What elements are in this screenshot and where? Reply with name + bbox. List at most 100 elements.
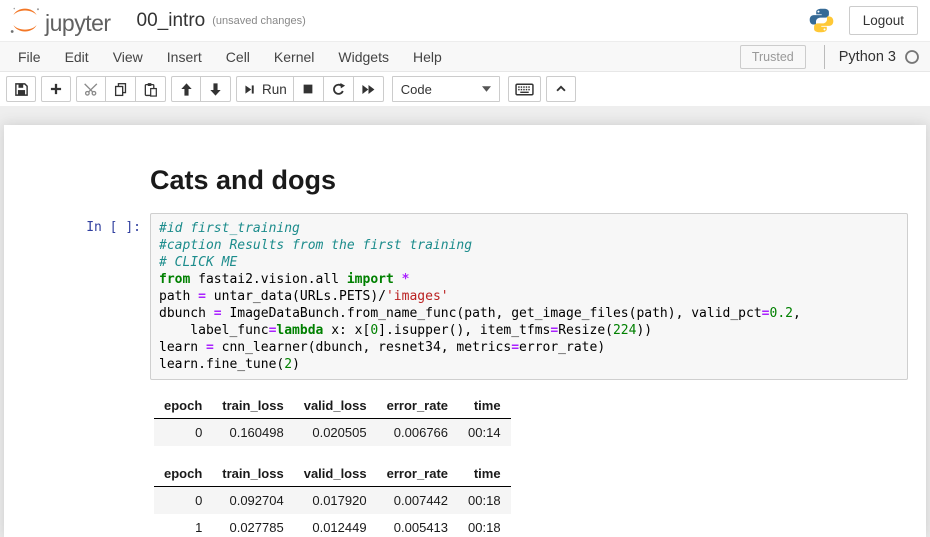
- code-token: dbunch: [159, 306, 214, 321]
- caret-down-icon: [482, 86, 491, 92]
- paste-icon: [143, 82, 158, 97]
- restart-icon: [331, 82, 346, 97]
- table-cell: 0.160498: [212, 419, 293, 447]
- jupyter-logo-text: jupyter: [45, 8, 111, 38]
- code-token: cnn_learner(dbunch, resnet34, metrics: [214, 340, 511, 355]
- copy-cell-button[interactable]: [106, 76, 136, 102]
- copy-icon: [113, 82, 128, 97]
- step-forward-icon: [243, 83, 256, 96]
- code-line: from fastai2.vision.all import *: [159, 271, 899, 288]
- menu-edit[interactable]: Edit: [53, 42, 101, 71]
- jupyter-logo[interactable]: jupyter: [8, 4, 111, 38]
- code-line: label_func=lambda x: x[0].isupper(), ite…: [159, 322, 899, 339]
- code-token: 2: [284, 357, 292, 372]
- logout-button[interactable]: Logout: [849, 6, 918, 35]
- keyboard-icon: [515, 82, 534, 97]
- table-cell: 0.005413: [377, 514, 458, 537]
- markdown-heading: Cats and dogs: [150, 165, 926, 196]
- table-cell: 0: [154, 419, 212, 447]
- code-token: import: [347, 272, 394, 287]
- code-line: # CLICK ME: [159, 254, 899, 271]
- plus-icon: [49, 82, 63, 96]
- command-palette-button[interactable]: [508, 76, 541, 102]
- code-token: learn: [159, 340, 206, 355]
- notebook-title[interactable]: 00_intro: [137, 6, 206, 36]
- run-button[interactable]: Run: [236, 76, 294, 102]
- column-header: valid_loss: [294, 462, 377, 487]
- code-token: ): [292, 357, 300, 372]
- code-token: 'images': [386, 289, 449, 304]
- table-row: 00.1604980.0205050.00676600:14: [154, 419, 511, 447]
- code-token: # CLICK ME: [159, 255, 237, 270]
- move-cell-up-button[interactable]: [171, 76, 201, 102]
- column-header: error_rate: [377, 462, 458, 487]
- code-token: path: [159, 289, 198, 304]
- dataframe-table: epochtrain_lossvalid_losserror_ratetime0…: [154, 394, 511, 446]
- table-cell: 1: [154, 514, 212, 537]
- menu-bar: File Edit View Insert Cell Kernel Widget…: [0, 41, 930, 72]
- menu-file[interactable]: File: [6, 42, 53, 71]
- arrow-up-icon: [179, 82, 194, 97]
- code-token: ].isupper(), item_tfms: [378, 323, 550, 338]
- code-line: path = untar_data(URLs.PETS)/'images': [159, 288, 899, 305]
- trusted-button[interactable]: Trusted: [740, 45, 806, 69]
- menu-help[interactable]: Help: [401, 42, 454, 71]
- column-header: time: [458, 462, 511, 487]
- code-line: #caption Results from the first training: [159, 237, 899, 254]
- code-token: ,: [793, 306, 801, 321]
- cell-type-value: Code: [401, 82, 432, 97]
- menu-view[interactable]: View: [101, 42, 155, 71]
- restart-kernel-button[interactable]: [324, 76, 354, 102]
- code-token: Resize(: [558, 323, 613, 338]
- code-token: error_rate): [519, 340, 605, 355]
- move-cell-down-button[interactable]: [201, 76, 231, 102]
- output-area: epochtrain_lossvalid_losserror_ratetime0…: [4, 380, 926, 537]
- collapse-toolbar-button[interactable]: [546, 76, 576, 102]
- paste-cell-button[interactable]: [136, 76, 166, 102]
- code-token: =: [762, 306, 770, 321]
- menu-kernel[interactable]: Kernel: [262, 42, 326, 71]
- interrupt-kernel-button[interactable]: [294, 76, 324, 102]
- code-token: fastai2.vision.all: [190, 272, 347, 287]
- chevron-up-icon: [554, 82, 568, 96]
- column-header: epoch: [154, 462, 212, 487]
- table-cell: 0: [154, 487, 212, 515]
- menu-widgets[interactable]: Widgets: [326, 42, 401, 71]
- column-header: valid_loss: [294, 394, 377, 419]
- menu-insert[interactable]: Insert: [155, 42, 214, 71]
- cell-type-dropdown[interactable]: Code: [392, 76, 500, 102]
- table-cell: 0.020505: [294, 419, 377, 447]
- table-header-row: epochtrain_lossvalid_losserror_ratetime: [154, 462, 511, 487]
- toolbar: Run Code: [0, 72, 930, 106]
- code-input-area[interactable]: #id first_training#caption Results from …: [150, 213, 908, 380]
- markdown-cell[interactable]: Cats and dogs: [4, 165, 926, 196]
- code-token: =: [198, 289, 206, 304]
- restart-run-all-button[interactable]: [354, 76, 384, 102]
- column-header: time: [458, 394, 511, 419]
- save-button[interactable]: [6, 76, 36, 102]
- table-row: 10.0277850.0124490.00541300:18: [154, 514, 511, 537]
- python-icon: [808, 7, 835, 34]
- table-header-row: epochtrain_lossvalid_losserror_ratetime: [154, 394, 511, 419]
- code-token: =: [214, 306, 222, 321]
- code-line: learn.fine_tune(2): [159, 356, 899, 373]
- fast-forward-icon: [361, 82, 376, 97]
- code-token: [394, 272, 402, 287]
- code-token: learn.fine_tune(: [159, 357, 284, 372]
- notebook-container: Cats and dogs In [ ]: #id first_training…: [4, 125, 926, 537]
- code-token: #id first_training: [159, 221, 300, 236]
- code-token: *: [402, 272, 410, 287]
- menu-cell[interactable]: Cell: [214, 42, 262, 71]
- arrow-down-icon: [208, 82, 223, 97]
- header-bar: jupyter 00_intro (unsaved changes) Logou…: [0, 0, 930, 41]
- add-cell-button[interactable]: [41, 76, 71, 102]
- dataframe-table: epochtrain_lossvalid_losserror_ratetime0…: [154, 462, 511, 537]
- checkpoint-status: (unsaved changes): [212, 8, 306, 34]
- floppy-icon: [14, 82, 29, 97]
- code-line: dbunch = ImageDataBunch.from_name_func(p…: [159, 305, 899, 322]
- table-cell: 00:14: [458, 419, 511, 447]
- cut-cell-button[interactable]: [76, 76, 106, 102]
- table-cell: 0.012449: [294, 514, 377, 537]
- table-cell: 0.007442: [377, 487, 458, 515]
- code-cell[interactable]: In [ ]: #id first_training#caption Resul…: [4, 213, 926, 380]
